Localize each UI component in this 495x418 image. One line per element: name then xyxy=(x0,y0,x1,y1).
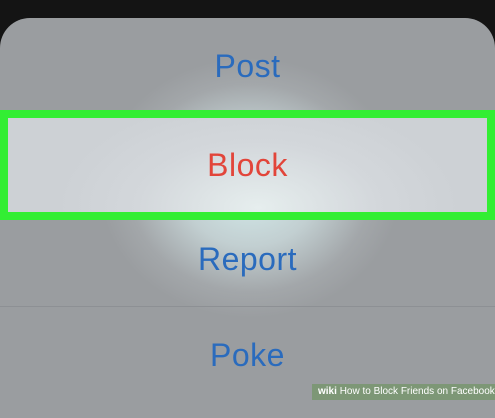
poke-option-label: Poke xyxy=(210,337,285,373)
watermark-brand: wiki xyxy=(318,386,337,397)
report-option[interactable]: Report xyxy=(0,213,495,305)
block-option-label: Block xyxy=(207,146,288,183)
post-option[interactable]: Post xyxy=(0,18,495,115)
action-sheet: Post Block Report Poke xyxy=(0,18,495,418)
watermark: wiki How to Block Friends on Facebook xyxy=(312,384,495,400)
watermark-text: How to Block Friends on Facebook xyxy=(339,386,495,397)
report-option-label: Report xyxy=(197,240,298,277)
post-option-label: Post xyxy=(214,48,281,84)
block-option[interactable]: Block xyxy=(0,110,495,220)
